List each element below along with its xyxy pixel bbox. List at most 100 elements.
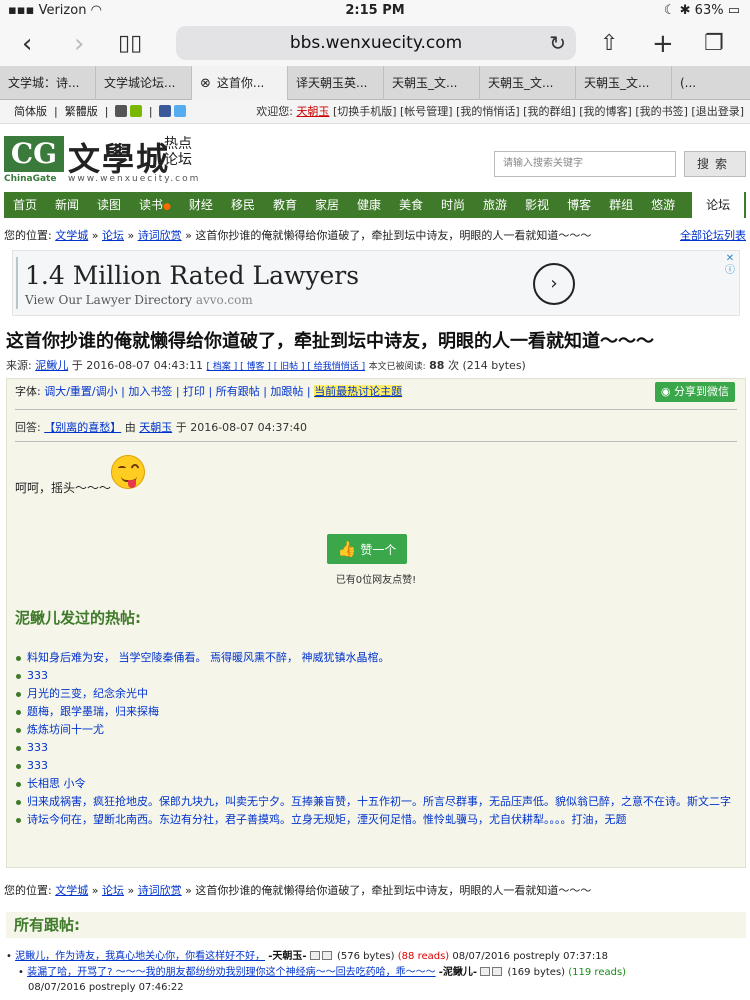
breadcrumb: 您的位置: 文学城 » 论坛 » 诗词欣赏 » 这首你抄谁的俺就懒得给你道破了，… [4,228,746,244]
browser-tab-active[interactable]: ⊗ 这首你... [192,66,288,100]
hot-post-link[interactable]: 料知身后难为安， 当学空陵秦俑看。 焉得暖风熏不醉， 神威犹镇水晶棺。 [15,649,735,667]
nav-item[interactable]: 健康 [348,192,390,218]
nav-item-forum[interactable]: 论坛 [692,192,745,218]
new-tab-icon[interactable]: + [652,28,674,60]
hot-post-link[interactable]: 333 [15,739,735,757]
hot-post-link[interactable]: 诗坛今何在，望断北南西。东边有分社，君子善摸鸡。立身无规矩，湮灭何足惜。惟怜虬骥… [15,811,735,829]
ad-arrow-button[interactable]: › [533,263,575,305]
post-title: 这首你抄谁的俺就懒得给你道破了，牵扯到坛中诗友，明眼的人一看就知道～～～ [6,331,654,352]
browser-tab[interactable]: 天朝玉_文... [384,66,480,100]
hot-post-link[interactable]: 333 [15,667,735,685]
bookmarks-icon[interactable]: ▯▯ [118,28,142,60]
ad-title[interactable]: 1.4 Million Rated Lawyers [25,261,359,290]
hot-posts-list: 料知身后难为安， 当学空陵秦俑看。 焉得暖风熏不醉， 神威犹镇水晶棺。 333 … [15,649,735,829]
back-icon[interactable]: ‹ [22,28,32,60]
hot-post-link[interactable]: 333 [15,757,735,775]
url-text: bbs.wenxuecity.com [289,33,463,53]
nav-item[interactable]: 读书● [130,192,180,218]
archive-icon[interactable] [480,967,491,976]
browser-tab[interactable]: (... [672,66,750,100]
share-icon[interactable]: ⇧ [600,28,618,60]
tabs-overview-icon[interactable]: ❐ [704,28,724,60]
logo-url: www.wenxuecity.com [68,174,201,184]
search-button[interactable]: 搜索 [684,151,746,177]
share-wechat-button[interactable]: ◉ 分享到微信 [654,382,735,402]
ad-close-icon[interactable]: ✕ ⓘ [725,253,735,277]
reply-user-link[interactable]: 天朝玉 [139,421,172,434]
hot-post-link[interactable]: 炼炼坊间十一尤 [15,721,735,739]
moon-icon: ☾ [663,3,680,18]
reload-icon[interactable]: ↻ [549,26,566,60]
nav-item[interactable]: 财经 [180,192,222,218]
twitter-icon[interactable] [174,105,187,117]
hot-post-link[interactable]: 题梅，跟学墨瑞，归来探梅 [15,703,735,721]
browser-tab[interactable]: 译天朝玉英... [288,66,384,100]
breadcrumb-link[interactable]: 文学城 [55,229,88,242]
nav-item[interactable]: 影视 [516,192,558,218]
nav-item[interactable]: 悠游 [642,192,684,218]
followup-link[interactable]: 装漏了哈，开骂了? ～～～我的朋友都纷纷劝我别理你这个神经病～～回去吃药哈，乖～… [27,967,436,978]
nav-item[interactable]: 读图 [88,192,130,218]
nav-item[interactable]: 美食 [390,192,432,218]
battery-icon: ▭ [723,3,740,18]
nav-item[interactable]: 家居 [306,192,348,218]
nav-item[interactable]: 新闻 [46,192,88,218]
nav-item[interactable]: 首页 [4,192,46,218]
ad-subtitle: View Our Lawyer Directory avvo.com [25,293,253,307]
followup-item: • 泥鳅儿，作为诗友，我真心地关心你，你看这样好不好， -天朝玉- (576 b… [6,951,608,962]
author-links[interactable]: [ 档案 ] [ 博客 ] [ 旧帖 ] [ 给我悄悄话 ] [207,362,366,372]
account-links: 欢迎您: 天朝玉 [切换手机版] [帐号管理] [我的悄悄话] [我的群组] [… [256,105,744,118]
search-input[interactable]: 请输入搜索关键字 [494,151,676,177]
traditional-link[interactable]: 繁體版 [65,105,98,118]
nav-item[interactable]: 旅游 [474,192,516,218]
nav-item[interactable]: 移民 [222,192,264,218]
post-body: 呵呵，摇头～～～ [15,481,112,495]
archive-icon[interactable] [309,951,320,960]
followup-author[interactable]: -天朝玉- [268,951,306,962]
simplified-link[interactable]: 简体版 [14,105,47,118]
browser-tab[interactable]: 文学城论坛... [96,66,192,100]
hot-posts-title: 泥鳅儿发过的热帖: [15,609,141,627]
browser-tab[interactable]: 文学城：诗... [0,66,96,100]
site-logo[interactable]: CG [4,136,64,172]
browser-tab[interactable]: 天朝玉_文... [480,66,576,100]
nav-item[interactable]: 时尚 [432,192,474,218]
android-icon[interactable] [129,105,142,117]
breadcrumb-link[interactable]: 文学城 [55,884,88,897]
ad-banner[interactable]: 1.4 Million Rated Lawyers View Our Lawye… [12,250,740,316]
username-link[interactable]: 天朝玉 [296,105,329,118]
address-bar[interactable]: bbs.wenxuecity.com ↻ [176,26,576,60]
followup-author[interactable]: -泥鳅儿- [439,967,477,978]
account-menu-links[interactable]: [切换手机版] [帐号管理] [我的悄悄话] [我的群组] [我的博客] [我的… [333,105,744,118]
followup-link[interactable]: 泥鳅儿，作为诗友，我真心地关心你，你看这样好不好， [15,951,265,962]
hot-post-link[interactable]: 归来成祸害，疯狂抢地皮。保郎九块九，叫卖无宁夕。互捧兼盲赞，十五作初一。所言尽群… [15,793,735,811]
breadcrumb-link[interactable]: 诗词欣赏 [138,229,182,242]
breadcrumb-link[interactable]: 论坛 [102,229,124,242]
facebook-icon[interactable] [159,105,172,117]
forward-icon[interactable]: › [74,28,84,60]
nav-item[interactable]: 教育 [264,192,306,218]
post-tool-links[interactable]: 调大/重置/调小 | 加入书签 | 打印 | 所有跟帖 | 加跟帖 | [44,385,310,398]
blog-icon[interactable] [492,967,503,976]
hot-flame-icon: ● [163,202,171,212]
hot-post-link[interactable]: 长相思 小令 [15,775,735,793]
nav-item[interactable]: 博客 [558,192,600,218]
divider [15,409,737,410]
followup-item: • 装漏了哈，开骂了? ～～～我的朋友都纷纷劝我别理你这个神经病～～回去吃药哈，… [18,967,627,978]
close-tab-icon[interactable]: ⊗ [200,76,211,91]
blog-icon[interactable] [321,951,332,960]
nav-item[interactable]: 群组 [600,192,642,218]
breadcrumb-link[interactable]: 诗词欣赏 [138,884,182,897]
hot-post-link[interactable]: 月光的三变，纪念余光中 [15,685,735,703]
reply-info: 回答: 【别离的喜愁】 由 天朝玉 于 2016-08-07 04:37:40 [15,421,308,434]
battery-status: ☾ ✱ 63% ▭ [663,3,740,18]
reply-post-link[interactable]: 【别离的喜愁】 [44,421,121,434]
all-forums-link[interactable]: 全部论坛列表 [680,228,746,244]
like-button[interactable]: 👍 赞一个 [327,534,407,564]
breadcrumb-link[interactable]: 论坛 [102,884,124,897]
main-nav: 首页 新闻 读图 读书● 财经 移民 教育 家居 健康 美食 时尚 旅游 影视 … [4,192,746,218]
apple-icon[interactable] [114,105,127,117]
browser-tab[interactable]: 天朝玉_文... [576,66,672,100]
hot-topic-link[interactable]: 当前最热讨论主题 [314,385,403,398]
author-link[interactable]: 泥鳅儿 [35,359,68,372]
